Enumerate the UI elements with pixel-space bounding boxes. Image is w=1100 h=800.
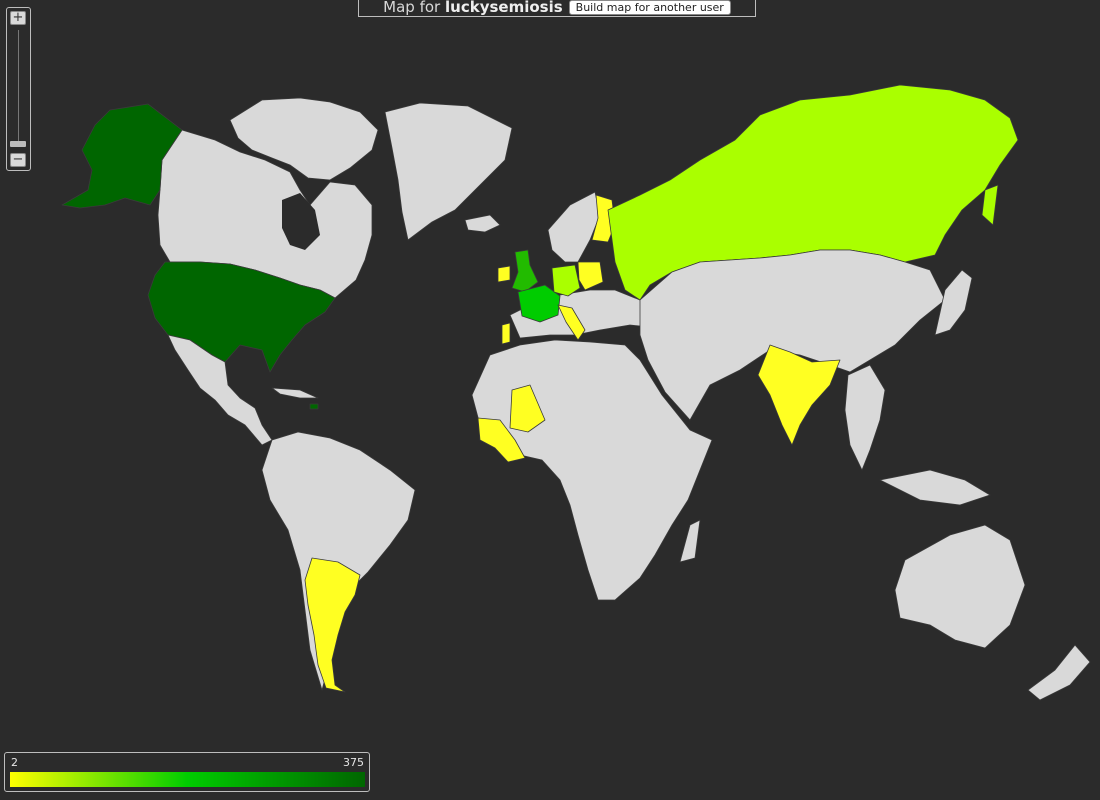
country-south-america[interactable]	[261, 431, 416, 691]
country-indonesia[interactable]	[879, 469, 991, 506]
country-uk[interactable]	[511, 249, 539, 293]
zoom-out-button[interactable]: −	[10, 153, 26, 167]
country-new-zealand[interactable]	[1027, 644, 1091, 701]
build-map-button[interactable]: Build map for another user	[568, 0, 731, 15]
map-title: Map for luckysemiosis	[383, 0, 563, 15]
country-argentina[interactable]	[304, 557, 361, 693]
country-scandinavia[interactable]	[547, 191, 601, 263]
legend-gradient-bar	[10, 772, 365, 787]
country-se-asia[interactable]	[844, 364, 886, 471]
zoom-slider-handle[interactable]	[10, 141, 26, 147]
legend-max-value: 375	[343, 756, 364, 769]
zoom-track[interactable]	[18, 30, 19, 142]
country-ireland[interactable]	[497, 265, 511, 283]
country-germany[interactable]	[551, 264, 581, 297]
username: luckysemiosis	[445, 0, 563, 16]
legend-min-value: 2	[11, 756, 18, 769]
country-cuba[interactable]	[271, 387, 319, 399]
country-australia[interactable]	[894, 524, 1026, 649]
country-poland[interactable]	[577, 261, 604, 291]
color-legend: 2 375	[4, 752, 370, 792]
zoom-in-button[interactable]: +	[10, 11, 26, 25]
country-madagascar[interactable]	[679, 519, 701, 563]
country-puerto-rico[interactable]	[309, 403, 319, 410]
world-map[interactable]	[0, 0, 1100, 800]
zoom-control: + −	[6, 7, 31, 171]
map-header: Map for luckysemiosis Build map for anot…	[358, 0, 756, 17]
title-prefix: Map for	[383, 0, 441, 16]
country-portugal[interactable]	[501, 322, 511, 345]
country-iceland[interactable]	[464, 214, 501, 233]
